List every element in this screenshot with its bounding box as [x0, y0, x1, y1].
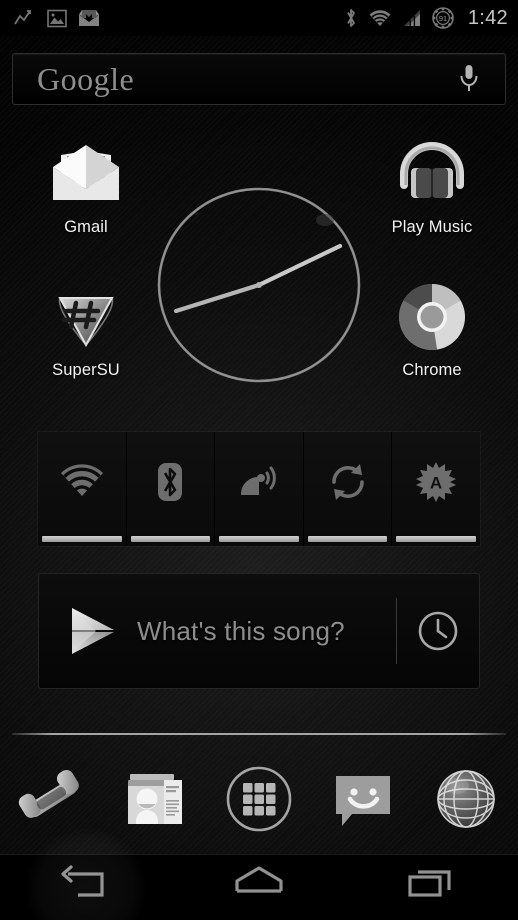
google-search-bar[interactable]: Google	[12, 53, 506, 105]
gps-status-bar	[219, 536, 299, 542]
home-icon	[231, 863, 287, 912]
dock-item-browser[interactable]	[414, 748, 518, 854]
battery-percent-text: 91	[439, 14, 447, 23]
power-control-widget[interactable]: A	[38, 432, 480, 546]
stocks-trending-icon	[14, 9, 36, 27]
app-icon-supersu[interactable]: SuperSU	[25, 279, 147, 380]
app-icon-play-music[interactable]: Play Music	[371, 136, 493, 237]
svg-text:A: A	[430, 473, 442, 492]
sound-search-prompt: What's this song?	[137, 615, 345, 646]
nav-home-button[interactable]	[173, 855, 346, 920]
wifi-toggle[interactable]	[38, 432, 127, 546]
voice-search-mic-icon[interactable]	[457, 61, 505, 97]
nav-recents-button[interactable]	[345, 855, 518, 920]
play-music-icon	[371, 136, 493, 212]
browser-globe-icon	[433, 766, 499, 837]
wifi-icon	[367, 8, 393, 28]
back-icon	[56, 862, 116, 913]
app-label: SuperSU	[52, 361, 120, 379]
sync-toggle[interactable]	[303, 432, 393, 546]
bluetooth-icon	[154, 461, 186, 508]
cellular-signal-icon	[402, 8, 422, 28]
brightness-auto-icon: A	[415, 461, 457, 508]
contacts-icon	[122, 766, 188, 837]
status-bar[interactable]: 91 1:42	[0, 0, 518, 36]
dock-item-apps[interactable]	[207, 748, 311, 854]
sound-search-history-icon[interactable]	[397, 609, 479, 653]
gps-location-icon	[237, 462, 281, 507]
wifi-status-bar	[42, 536, 122, 542]
bluetooth-icon	[344, 7, 358, 29]
battery-icon: 91	[431, 6, 455, 30]
android-home-screen: 91 1:42 Google Gmail Play Music SuperSU …	[0, 0, 518, 920]
bluetooth-toggle[interactable]	[126, 432, 216, 546]
google-wordmark: Google	[37, 60, 135, 97]
bluetooth-status-bar	[130, 536, 211, 542]
play-store-triangle-icon[interactable]	[39, 603, 137, 659]
app-label: Chrome	[402, 361, 462, 379]
analog-clock-widget[interactable]	[155, 186, 363, 386]
gmail-notification-icon	[78, 9, 100, 27]
supersu-icon	[25, 279, 147, 355]
app-label: Gmail	[64, 218, 108, 236]
sound-search-widget[interactable]: What's this song?	[38, 573, 480, 689]
app-icon-chrome[interactable]: Chrome	[371, 279, 493, 380]
recents-icon	[404, 863, 460, 912]
nav-back-button[interactable]	[0, 855, 173, 920]
brightness-status-bar	[396, 536, 476, 542]
notification-icons[interactable]	[14, 9, 100, 28]
dock-divider	[12, 733, 506, 735]
wifi-icon	[58, 463, 106, 505]
sync-icon	[327, 461, 369, 508]
system-status-icons[interactable]: 91 1:42	[344, 6, 508, 30]
screenshot-image-icon	[47, 9, 67, 28]
dock-item-messaging[interactable]	[311, 748, 415, 854]
app-drawer-icon	[223, 763, 295, 840]
phone-icon	[18, 765, 86, 838]
status-bar-clock: 1:42	[467, 6, 508, 29]
app-label: Play Music	[391, 218, 473, 236]
brightness-toggle[interactable]: A	[392, 432, 480, 546]
chrome-icon	[371, 279, 493, 355]
gmail-icon	[25, 136, 147, 212]
navigation-bar[interactable]	[0, 854, 518, 920]
gps-toggle[interactable]	[215, 432, 304, 546]
messaging-icon	[330, 766, 396, 837]
sync-status-bar	[307, 536, 388, 542]
app-icon-gmail[interactable]: Gmail	[25, 136, 147, 237]
